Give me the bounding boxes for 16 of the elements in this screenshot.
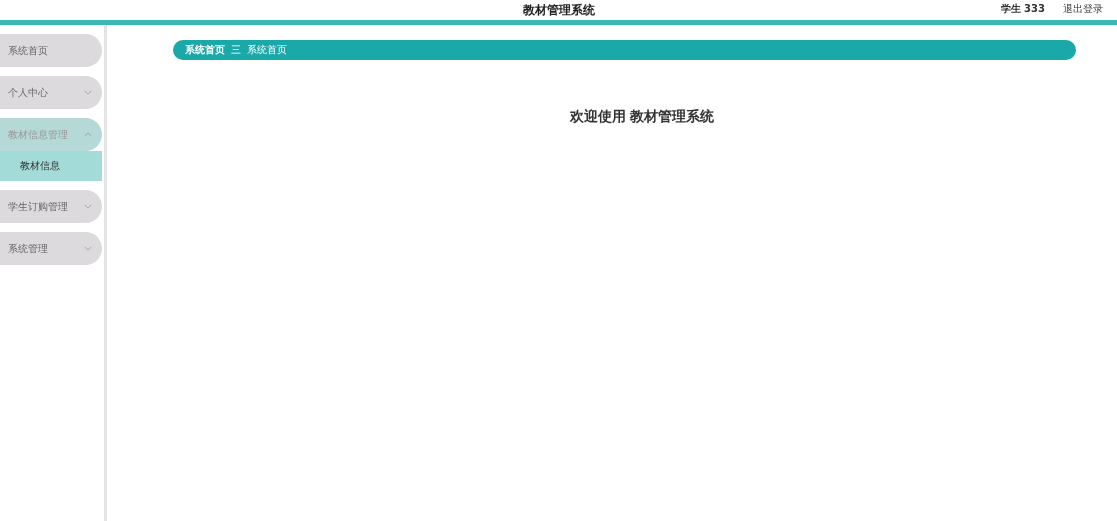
welcome-heading: 欢迎使用 教材管理系统 (569, 108, 715, 126)
chevron-icon (84, 204, 92, 209)
chevron-icon (84, 246, 92, 251)
chevron-icon (84, 90, 92, 95)
chevron-icon (84, 132, 92, 137)
logout-link[interactable]: 退出登录 (1063, 2, 1103, 16)
breadcrumb-current: 系统首页 (246, 43, 287, 57)
menu-item[interactable]: 学生订购管理 (0, 190, 102, 223)
menu-item[interactable]: 系统首页 (0, 34, 102, 67)
menu-item[interactable]: 个人中心 (0, 76, 102, 109)
app-title: 教材管理系统 (522, 1, 595, 19)
breadcrumb-separator: 三 (230, 43, 241, 57)
user-name: 学生 333 (1000, 2, 1045, 16)
submenu-item[interactable]: 教材信息 (0, 151, 102, 181)
menu-item[interactable]: 系统管理 (0, 232, 102, 265)
breadcrumb-link[interactable]: 系统首页 (184, 43, 225, 57)
